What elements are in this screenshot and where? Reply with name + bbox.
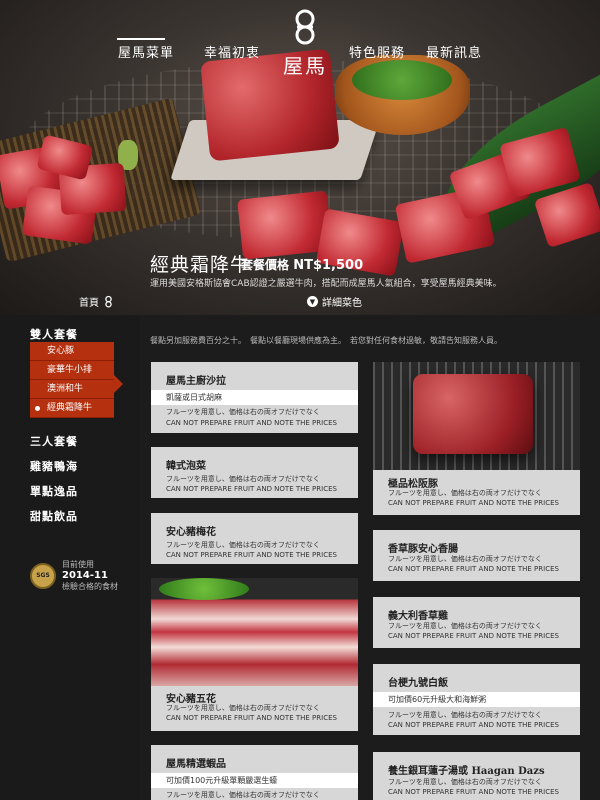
pork-belly-photo — [151, 578, 358, 686]
menu-card: 安心豬梅花 フルーツを用意し、価格は右の両オフだけでなく CAN NOT PRE… — [151, 513, 358, 564]
dish-note-jp: フルーツを用意し、価格は右の両オフだけでなく — [388, 711, 542, 719]
dish-note-en: CAN NOT PREPARE FRUIT AND NOTE THE PRICE… — [166, 714, 337, 722]
badge-date: 2014-11 — [62, 570, 108, 581]
submenu-item-short-rib[interactable]: 豪華牛小排 — [30, 361, 114, 380]
dish-note-en: CAN NOT PREPARE FRUIT AND NOTE THE PRICE… — [388, 788, 559, 796]
sgs-badge-icon: SGS — [30, 562, 56, 589]
logo-text: 屋馬 — [283, 54, 327, 78]
badge-label: 目前使用 — [62, 560, 94, 569]
badge-text: 目前使用 2014-11 檢驗合格的食材 — [62, 559, 118, 592]
dish-note-jp: フルーツを用意し、価格は右の両オフだけでなく — [166, 541, 320, 549]
dish-note-en: CAN NOT PREPARE FRUIT AND NOTE THE PRICE… — [166, 419, 337, 427]
menu-card: 香草豚安心香腸 フルーツを用意し、価格は右の両オフだけでなく CAN NOT P… — [373, 530, 580, 581]
submenu-arrow — [114, 375, 123, 393]
price-value: NT$1,500 — [293, 258, 364, 273]
dish-option: 凱薩或日式胡麻 — [151, 390, 358, 405]
dish-note-jp: フルーツを用意し、価格は右の両オフだけでなく — [388, 778, 542, 786]
sidebar-item-two-person-set[interactable]: 雙人套餐 — [30, 326, 78, 342]
sidebar-item-a-la-carte[interactable]: 單點逸品 — [30, 483, 78, 499]
sidebar-item-chicken-pork-duck-seafood[interactable]: 雞豬鴨海 — [30, 458, 78, 474]
hero-title: 經典霜降牛 — [150, 254, 251, 276]
dish-note-en: CAN NOT PREPARE FRUIT AND NOTE THE PRICE… — [388, 721, 559, 729]
sidebar: 雙人套餐 安心豚 豪華牛小排 澳洲和牛 經典霜降牛 三人套餐 雞豬鴨海 單點逸品… — [0, 315, 140, 800]
dish-note-jp: フルーツを用意し、価格は右の両オフだけでなく — [166, 475, 320, 483]
hero-description: 運用美國安格斯協會CAB認證之嚴選牛肉，搭配而成屋馬人氣組合，享受屋馬經典美味。 — [150, 279, 502, 289]
dish-option: 可加價60元升級大和海鮮粥 — [373, 692, 580, 707]
submenu-item-pork[interactable]: 安心豚 — [30, 342, 114, 361]
dish-note-en: CAN NOT PREPARE FRUIT AND NOTE THE PRICE… — [166, 485, 337, 493]
dish-name: 屋馬主廚沙拉 — [166, 376, 226, 387]
submenu-item-wagyu[interactable]: 澳洲和牛 — [30, 380, 114, 399]
nav-item-origin[interactable]: 幸福初衷 — [204, 42, 260, 61]
dish-note-jp: フルーツを用意し、価格は右の両オフだけでなく — [388, 489, 542, 497]
sidebar-item-three-person-set[interactable]: 三人套餐 — [30, 433, 78, 449]
certification-badge: SGS 目前使用 2014-11 檢驗合格的食材 — [30, 559, 118, 592]
menu-card: 屋馬主廚沙拉 凱薩或日式胡麻 フルーツを用意し、価格は右の両オフだけでなく CA… — [151, 362, 358, 433]
nav-item-services[interactable]: 特色服務 — [349, 42, 405, 61]
dish-note-jp: フルーツを用意し、価格は右の両オフだけでなく — [388, 555, 542, 563]
dish-name: 屋馬精選蝦品 — [166, 759, 226, 770]
dish-name: 義大利香草雞 — [388, 611, 448, 622]
menu-card: 極品松阪豚 フルーツを用意し、価格は右の両オフだけでなく CAN NOT PRE… — [373, 362, 580, 515]
menu-card: 屋馬精選蝦品 可加價100元升級單顆嚴選生蠔 フルーツを用意し、価格は右の両オフ… — [151, 745, 358, 800]
hero-banner: 屋馬菜單 幸福初衷 特色服務 最新訊息 屋馬 經典霜降牛 套餐價格 NT$1,5… — [0, 0, 600, 315]
dish-note-en: CAN NOT PREPARE FRUIT AND NOTE THE PRICE… — [388, 499, 559, 507]
dish-note-en: CAN NOT PREPARE FRUIT AND NOTE THE PRICE… — [388, 565, 559, 573]
logo-small-icon — [105, 295, 112, 307]
dish-name: 養生銀耳蓮子湯或 Haagan Dazs — [388, 766, 545, 777]
dish-note-jp: フルーツを用意し、価格は右の両オフだけでなく — [166, 408, 320, 416]
nav-item-menu[interactable]: 屋馬菜單 — [118, 42, 174, 61]
chevron-down-icon: ▼ — [307, 296, 318, 307]
nav-active-indicator — [117, 38, 165, 40]
dish-name: 安心豬梅花 — [166, 527, 216, 538]
dish-name: 香草豚安心香腸 — [388, 544, 458, 555]
home-link[interactable]: 首頁 — [79, 294, 114, 309]
dish-note-en: CAN NOT PREPARE FRUIT AND NOTE THE PRICE… — [388, 632, 559, 640]
detail-dishes-link[interactable]: ▼ 詳細菜色 — [307, 294, 362, 309]
menu-card: 安心豬五花 フルーツを用意し、価格は右の両オフだけでなく CAN NOT PRE… — [151, 578, 358, 731]
dish-note-jp: フルーツを用意し、価格は右の両オフだけでなく — [166, 791, 320, 799]
menu-card: 義大利香草雞 フルーツを用意し、価格は右の両オフだけでなく CAN NOT PR… — [373, 597, 580, 648]
detail-link-label: 詳細菜色 — [322, 298, 362, 309]
dish-note-jp: フルーツを用意し、価格は右の両オフだけでなく — [388, 622, 542, 630]
pork-cube-photo — [373, 362, 580, 470]
logo-mark-icon — [295, 9, 315, 45]
price-label: 套餐價格 — [241, 258, 290, 272]
menu-card: 台梗九號白飯 可加價60元升級大和海鮮粥 フルーツを用意し、価格は右の両オフだけ… — [373, 664, 580, 735]
badge-desc: 檢驗合格的食材 — [62, 582, 118, 591]
hero-price: 套餐價格 NT$1,500 — [241, 256, 363, 273]
submenu: 安心豚 豪華牛小排 澳洲和牛 經典霜降牛 — [30, 342, 114, 418]
dish-name: 韓式泡菜 — [166, 461, 206, 472]
nav-item-news[interactable]: 最新訊息 — [426, 42, 482, 61]
menu-card: 養生銀耳蓮子湯或 Haagan Dazs フルーツを用意し、価格は右の両オフだけ… — [373, 752, 580, 800]
service-notice: 餐點另加服務費百分之十。 餐點以餐廳現場供應為主。 若您對任何食材過敏，敬請告知… — [150, 336, 502, 345]
home-link-label: 首頁 — [79, 298, 99, 309]
brand-logo[interactable]: 屋馬 — [279, 8, 331, 79]
dish-note-en: CAN NOT PREPARE FRUIT AND NOTE THE PRICE… — [166, 551, 337, 559]
dish-note-jp: フルーツを用意し、価格は右の両オフだけでなく — [166, 704, 320, 712]
dish-name: 台梗九號白飯 — [388, 678, 448, 689]
submenu-item-marbled-beef[interactable]: 經典霜降牛 — [30, 399, 114, 418]
greens-image — [352, 60, 452, 100]
sidebar-item-desserts-drinks[interactable]: 甜點飲品 — [30, 508, 78, 524]
menu-card: 韓式泡菜 フルーツを用意し、価格は右の両オフだけでなく CAN NOT PREP… — [151, 447, 358, 498]
dish-option: 可加價100元升級單顆嚴選生蠔 — [151, 773, 358, 788]
